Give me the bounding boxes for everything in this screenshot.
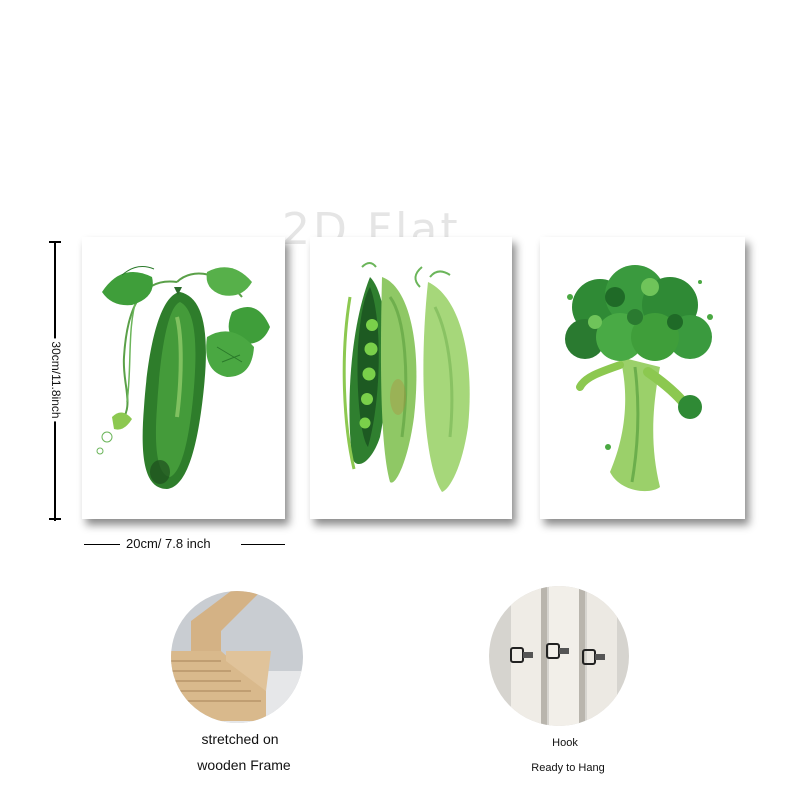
canvas-panel-peapods xyxy=(310,237,512,519)
height-dimension-bottom-cap xyxy=(49,518,61,520)
wooden-frame-photo xyxy=(171,591,303,723)
canvas-panel-cucumber xyxy=(82,237,285,519)
width-dimension-line-right xyxy=(241,544,285,545)
canvas-panel-broccoli xyxy=(540,237,745,519)
broccoli-illustration xyxy=(565,265,713,492)
peapods-illustration xyxy=(342,262,470,492)
width-dimension-line-left xyxy=(84,544,120,545)
height-dimension-label: 30cm/11.8inch xyxy=(49,338,63,422)
hook-photo xyxy=(489,586,629,726)
cucumber-illustration xyxy=(96,266,270,489)
hook-caption-line2: Ready to Hang xyxy=(531,762,605,774)
frame-caption-line2: wooden Frame xyxy=(197,757,291,773)
hook-caption-line1: Hook xyxy=(552,737,578,749)
frame-caption-line1: stretched on xyxy=(201,731,279,747)
width-dimension-label: 20cm/ 7.8 inch xyxy=(126,536,211,551)
